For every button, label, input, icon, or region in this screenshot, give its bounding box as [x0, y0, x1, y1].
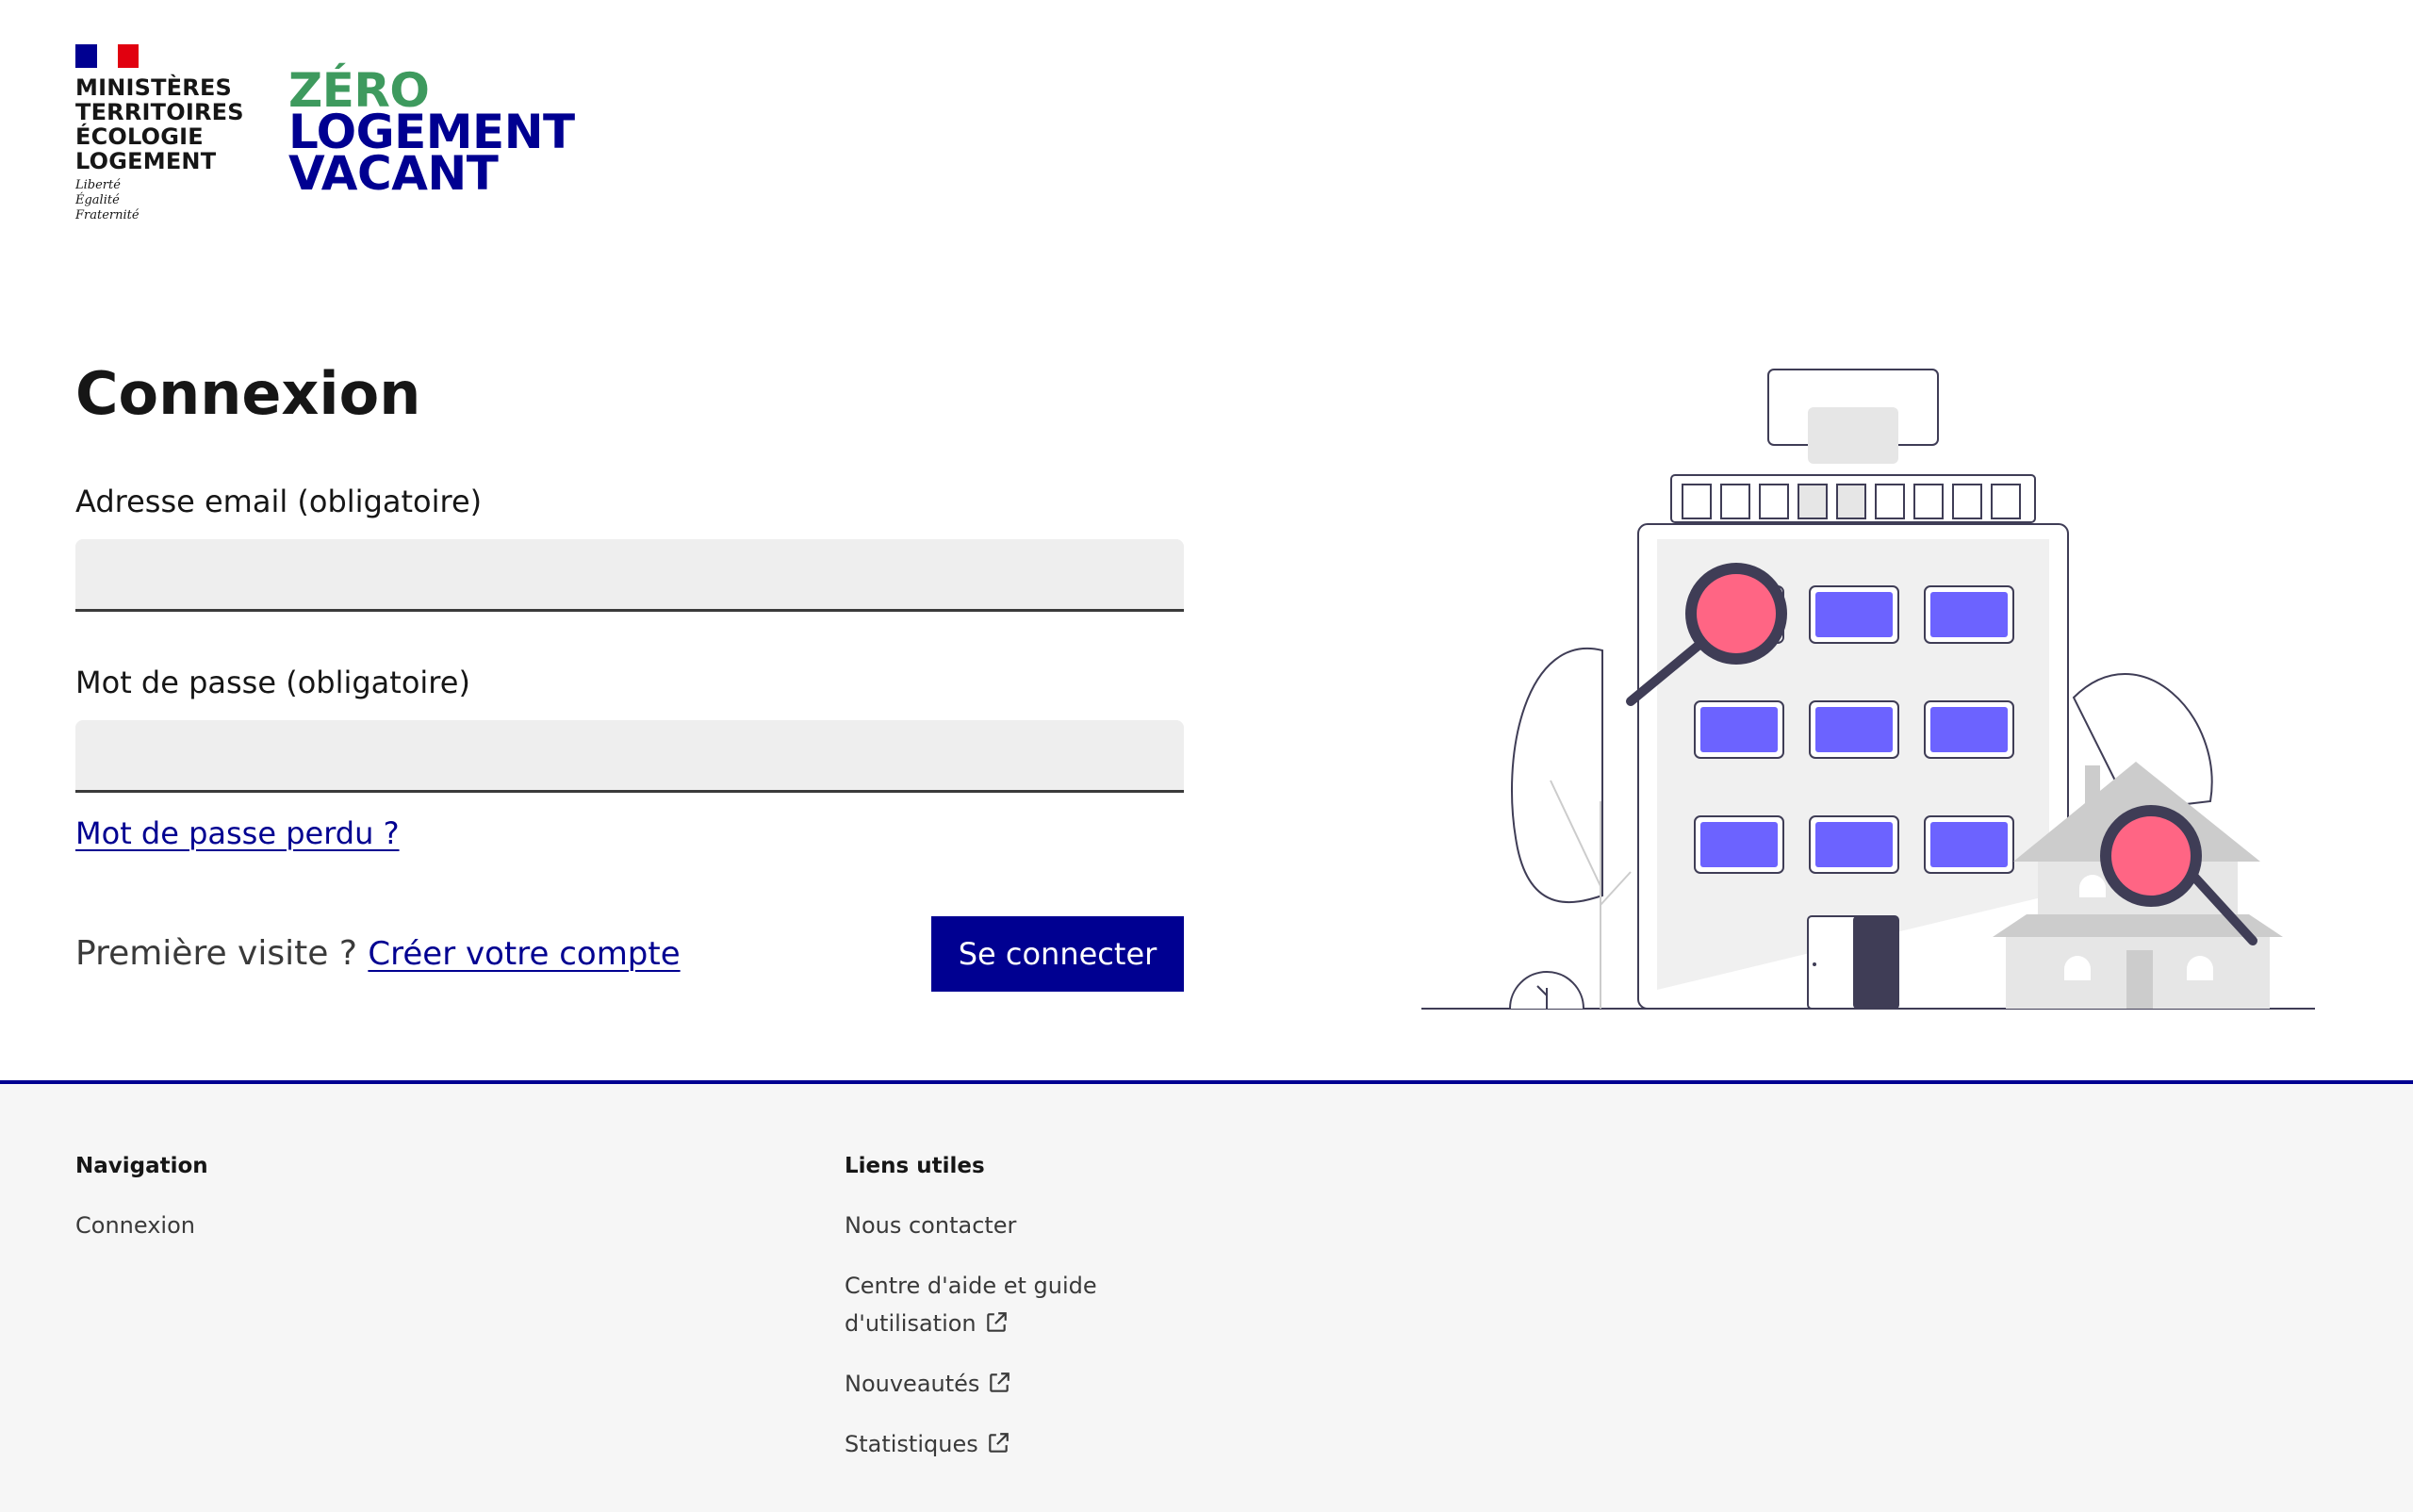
ministry-name[interactable]: MINISTÈRES TERRITOIRES ÉCOLOGIE LOGEMENT	[75, 75, 264, 173]
footer-nav-heading: Navigation	[75, 1154, 208, 1178]
tree-left	[1511, 648, 1603, 903]
parapet-windows	[1682, 484, 2021, 519]
marianne-flag-icon	[75, 44, 139, 68]
site-header: MINISTÈRES TERRITOIRES ÉCOLOGIE LOGEMENT…	[0, 0, 2413, 264]
motto-line: Égalité	[75, 193, 120, 207]
email-label: Adresse email (obligatoire)	[75, 484, 483, 519]
page-title: Connexion	[75, 359, 421, 428]
motto-line: Liberté	[75, 178, 121, 192]
footer-link-contact[interactable]: Nous contacter	[845, 1207, 1016, 1244]
footer-link-statistics[interactable]: Statistiques	[845, 1425, 1010, 1463]
footer-link-news[interactable]: Nouveautés	[845, 1365, 1011, 1403]
republic-motto: Liberté Égalité Fraternité	[75, 178, 140, 223]
ministry-line: LOGEMENT	[75, 148, 217, 174]
email-field[interactable]	[75, 539, 1184, 612]
motto-line: Fraternité	[75, 208, 140, 222]
create-account-link[interactable]: Créer votre compte	[368, 935, 680, 973]
footer-link-help-center[interactable]: Centre d'aide et guide d'utilisation	[845, 1267, 1097, 1342]
external-link-icon	[986, 1312, 1007, 1332]
site-footer: Navigation Connexion Liens utiles Nous c…	[0, 1080, 2413, 1512]
ministry-line: MINISTÈRES	[75, 74, 233, 101]
help-center-line2: d'utilisation	[845, 1310, 977, 1337]
footer-link-connexion[interactable]: Connexion	[75, 1207, 195, 1244]
password-label: Mot de passe (obligatoire)	[75, 665, 470, 700]
external-link-icon	[990, 1372, 1010, 1392]
first-visit-text: Première visite ?	[75, 934, 357, 973]
ministry-line: TERRITOIRES	[75, 99, 244, 125]
password-field[interactable]	[75, 720, 1184, 793]
news-label: Nouveautés	[845, 1371, 980, 1397]
external-link-icon	[988, 1433, 1009, 1453]
login-button[interactable]: Se connecter	[931, 916, 1184, 992]
footer-useful-heading: Liens utiles	[845, 1154, 985, 1178]
first-visit-row: Première visite ? Créer votre compte	[75, 933, 681, 975]
forgot-password-link[interactable]: Mot de passe perdu ?	[75, 814, 400, 852]
building-search-illustration	[1421, 369, 2315, 1010]
ministry-line: ÉCOLOGIE	[75, 123, 204, 150]
product-logo[interactable]: ZÉRO LOGEMENT VACANT	[288, 67, 575, 197]
help-center-line1: Centre d'aide et guide	[845, 1273, 1097, 1299]
statistics-label: Statistiques	[845, 1431, 978, 1457]
